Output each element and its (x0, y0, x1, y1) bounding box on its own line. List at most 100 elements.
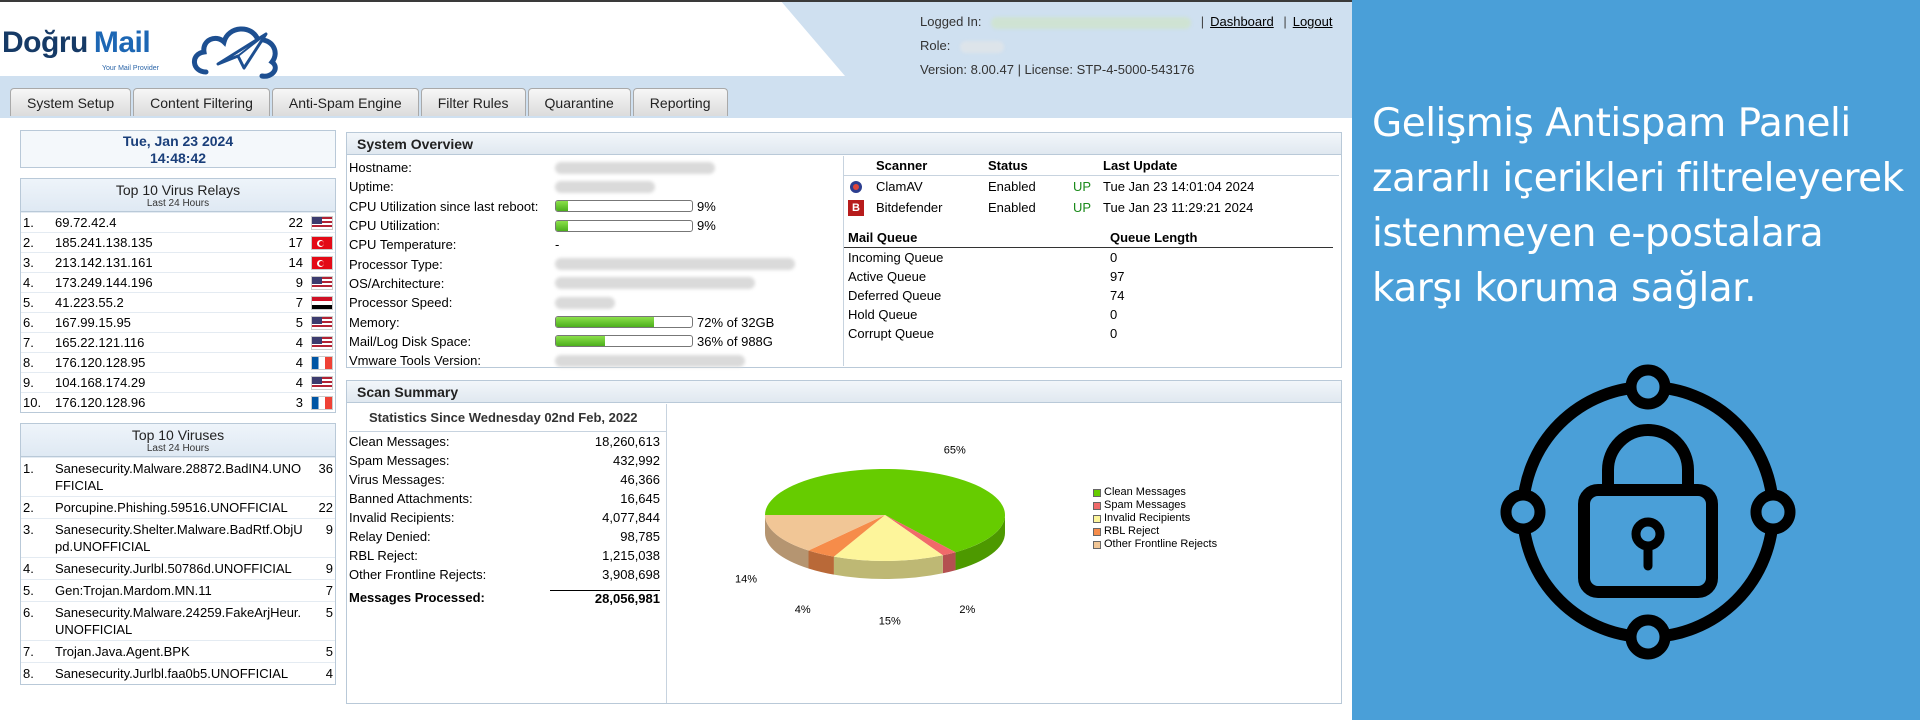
tab-system-setup[interactable]: System Setup (10, 88, 132, 116)
current-date: Tue, Jan 23 2024 (122, 133, 234, 149)
scanner-table-header: Scanner Status Last Update (844, 156, 1339, 176)
relay-count: 14 (288, 255, 303, 270)
system-info: Hostname: Uptime: CPU Utilization since la… (349, 158, 843, 370)
scanner-rows: ClamAV Enabled UP Tue Jan 23 14:01:04 2024 B… (844, 176, 1339, 218)
virus-name: Sanesecurity.Malware.24259.FakeArjHeur.U… (55, 605, 302, 637)
virus-count: 5 (325, 605, 333, 620)
scan-stat-value: 16,645 (620, 491, 660, 506)
overview-label: Vmware Tools Version: (349, 353, 481, 369)
messages-processed-value: 28,056,981 (550, 589, 660, 606)
pie-percent-label: 65% (944, 444, 966, 456)
virus-name: Gen:Trojan.Mardom.MN.11 (55, 583, 212, 598)
overview-row: Processor Speed: (349, 293, 843, 312)
viruses-list: 1. Sanesecurity.Malware.28872.BadIN4.UNOF… (20, 456, 336, 685)
overview-label: CPU Temperature: (349, 237, 457, 253)
relay-row: 4. 173.249.144.196 9 (21, 272, 335, 292)
virus-count: 9 (325, 561, 333, 576)
overview-row: CPU Utilization since last reboot: 9% (349, 197, 843, 216)
relay-ip: 165.22.121.116 (55, 335, 145, 350)
scanner-col: Scanner (876, 158, 928, 173)
relay-ip: 176.120.128.96 (55, 395, 146, 410)
overview-row: Uptime: (349, 177, 843, 196)
virus-name: Porcupine.Phishing.59516.UNOFFICIAL (55, 500, 288, 515)
viruses-title: Top 10 Viruses (131, 427, 225, 443)
queue-row: Hold Queue 0 (844, 305, 1339, 324)
virus-name: Sanesecurity.Jurlbl.50786d.UNOFFICIAL (55, 561, 292, 576)
mail-queue-col: Mail Queue (848, 230, 918, 245)
scan-stat-value: 432,992 (613, 453, 660, 468)
relay-rank: 9. (23, 375, 34, 390)
lock-network-icon (1500, 364, 1796, 660)
cloud-plane-icon (192, 26, 278, 79)
overview-label: Uptime: (349, 179, 394, 195)
tab-content-filtering[interactable]: Content Filtering (133, 88, 270, 116)
relay-rank: 7. (23, 335, 34, 350)
relay-count: 22 (288, 215, 303, 230)
virus-count: 4 (325, 666, 333, 681)
mail-queue-rows: Incoming Queue 0 Active Queue 97 Deferred Qu… (844, 248, 1339, 343)
usage-value: 9% (697, 218, 716, 234)
scan-summary-title: Scan Summary (347, 381, 1341, 403)
scan-stat-label: Relay Denied: (349, 529, 431, 544)
relay-rank: 6. (23, 315, 34, 330)
usage-bar (555, 200, 693, 213)
redacted-value (555, 277, 755, 290)
scan-stat-label: Invalid Recipients: (349, 510, 455, 525)
header: Doğru Mail Your Mail Provider Logged In: … (0, 0, 1352, 118)
relay-ip: 176.120.128.95 (55, 355, 146, 370)
dashboard-link[interactable]: Dashboard (1210, 14, 1274, 29)
relay-ip: 167.99.15.95 (55, 315, 131, 330)
scan-stat-label: Other Frontline Rejects: (349, 567, 487, 582)
virus-count: 5 (325, 644, 333, 659)
relay-count: 7 (295, 295, 303, 310)
virus-name: Sanesecurity.Shelter.Malware.BadRtf.ObjU… (55, 522, 303, 554)
overview-row: Vmware Tools Version: (349, 351, 843, 370)
tab-reporting[interactable]: Reporting (632, 88, 728, 116)
overview-row: Memory: 72% of 32GB (349, 312, 843, 331)
relay-rank: 2. (23, 235, 34, 250)
queue-length: 0 (1110, 250, 1118, 265)
scanner-status: Enabled (988, 200, 1036, 215)
queue-length-col: Queue Length (1110, 230, 1198, 245)
flag-us-icon (311, 335, 333, 350)
virus-rank: 8. (23, 666, 34, 681)
virus-rank: 1. (23, 461, 34, 476)
virus-rank: 7. (23, 644, 34, 659)
scanner-queue-area: Scanner Status Last Update ClamAV Enabled… (843, 156, 1339, 366)
logout-link[interactable]: Logout (1293, 14, 1333, 29)
relay-count: 4 (295, 355, 303, 370)
virus-row: 6. Sanesecurity.Malware.24259.FakeArjHeur… (21, 601, 335, 640)
messages-processed-label: Messages Processed: (349, 590, 485, 605)
bitdefender-icon: B (848, 199, 864, 216)
overview-row: Mail/Log Disk Space: 36% of 988G (349, 332, 843, 351)
legend-swatch (1093, 501, 1101, 510)
overview-label: OS/Architecture: (349, 275, 445, 291)
scan-stat-value: 98,785 (620, 529, 660, 544)
scan-stat-row: RBL Reject: 1,215,038 (349, 546, 666, 565)
relay-row: 10. 176.120.128.96 3 (21, 392, 335, 412)
tab-anti-spam-engine[interactable]: Anti-Spam Engine (271, 88, 419, 116)
overview-row: Hostname: (349, 158, 843, 177)
legend-label: Clean Messages (1104, 486, 1186, 498)
usage-bar (555, 219, 693, 232)
relay-row: 1. 69.72.42.4 22 (21, 212, 335, 232)
tab-filter-rules[interactable]: Filter Rules (420, 88, 526, 116)
scan-summary-panel: Scan Summary Statistics Since Wednesday … (346, 380, 1342, 704)
relay-ip: 69.72.42.4 (55, 215, 117, 230)
relay-ip: 185.241.138.135 (55, 235, 153, 250)
virus-name: Trojan.Java.Agent.BPK (55, 644, 190, 659)
tab-quarantine[interactable]: Quarantine (527, 88, 631, 116)
overview-label: Processor Type: (349, 256, 443, 272)
scan-stat-value: 18,260,613 (594, 434, 660, 449)
scan-stat-value: 46,366 (620, 472, 660, 487)
mail-admin-app: Doğru Mail Your Mail Provider Logged In: … (0, 0, 1352, 720)
queue-row: Corrupt Queue 0 (844, 324, 1339, 343)
queue-length: 97 (1110, 269, 1125, 284)
virus-relays-list: 1. 69.72.42.4 22 2. 185.241.138.135 17 3. 213.1… (20, 211, 336, 413)
virus-row: 4. Sanesecurity.Jurlbl.50786d.UNOFFICIAL 9 (21, 557, 335, 579)
pie-legend: Clean Messages Spam Messages Invalid Recip… (1093, 486, 1217, 551)
virus-rank: 3. (23, 522, 34, 537)
scan-pie-chart: 65% 2% 15% 4% 14% (735, 444, 1005, 628)
relay-row: 9. 104.168.174.29 4 (21, 372, 335, 392)
queue-length: 0 (1110, 326, 1118, 341)
